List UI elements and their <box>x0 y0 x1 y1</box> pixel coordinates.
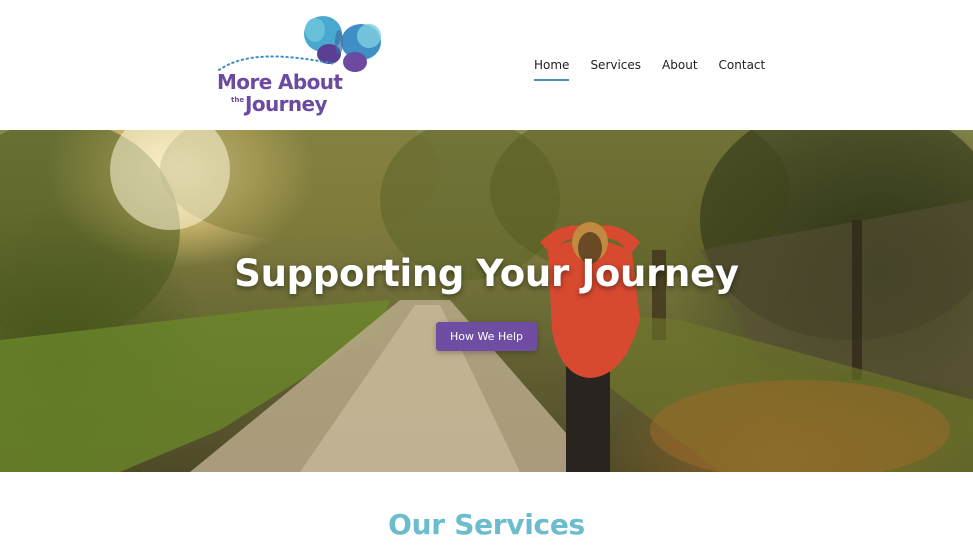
hero-section: Supporting Your Journey How We Help <box>0 130 973 472</box>
main-nav: Home Services About Contact <box>534 57 766 81</box>
services-section: Our Services <box>0 472 973 556</box>
logo-text-the: the <box>231 96 245 104</box>
nav-contact[interactable]: Contact <box>719 57 766 77</box>
hero-background-image <box>0 130 973 472</box>
nav-services[interactable]: Services <box>590 57 641 77</box>
logo-text-line1: More About <box>217 70 343 94</box>
nav-home[interactable]: Home <box>534 57 570 81</box>
services-heading: Our Services <box>388 508 585 541</box>
nav-about[interactable]: About <box>662 57 697 77</box>
site-logo[interactable]: More About the Journey <box>215 12 387 120</box>
how-we-help-button[interactable]: How We Help <box>436 322 537 351</box>
logo-text-line2: Journey <box>245 92 328 116</box>
hero-title: Supporting Your Journey <box>234 252 739 295</box>
site-header: More About the Journey Home Services Abo… <box>0 0 973 130</box>
